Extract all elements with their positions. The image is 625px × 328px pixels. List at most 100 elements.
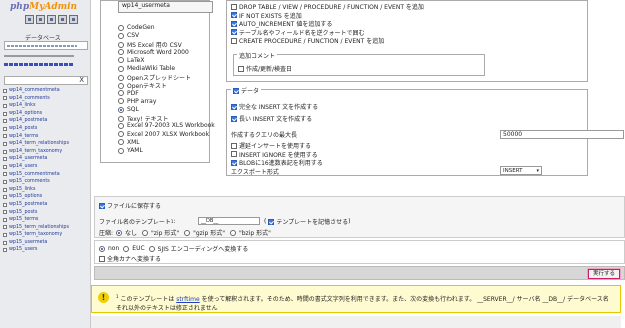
table-list-item[interactable]: wp15_term_taxonomy (3, 231, 89, 239)
data-option[interactable]: 長い INSERT 文を作成する (231, 114, 312, 123)
execute-button[interactable]: 実行する (588, 269, 620, 279)
format-radio[interactable] (118, 32, 124, 39)
format-option[interactable]: XML (118, 139, 140, 146)
format-option[interactable]: SQL (118, 106, 139, 113)
format-radio[interactable] (118, 24, 124, 31)
sql-icon[interactable] (58, 15, 67, 24)
compression-radio[interactable] (184, 229, 191, 236)
data-option-checkbox[interactable] (231, 159, 237, 166)
format-option[interactable]: CodeGen (118, 24, 155, 31)
table-list-item[interactable]: wp15_links (3, 186, 89, 194)
encoding-radio[interactable] (148, 245, 155, 252)
format-radio[interactable] (118, 122, 124, 129)
export-type-select[interactable]: INSERT ▾ (500, 166, 542, 175)
strftime-link[interactable]: strftime (176, 296, 200, 303)
table-list-item[interactable]: wp15_commentmeta (3, 171, 89, 179)
table-list-item[interactable]: wp15_comments (3, 178, 89, 186)
table-list-item[interactable]: wp15_terms (3, 216, 89, 224)
table-list-item[interactable]: wp15_users (3, 246, 89, 254)
format-option[interactable]: PHP array (118, 98, 156, 105)
docs-icon[interactable] (47, 15, 56, 24)
table-list-item[interactable]: wp14_usermeta (3, 155, 89, 163)
database-link[interactable] (4, 63, 74, 66)
format-option[interactable]: CSV (118, 32, 139, 39)
table-icon (3, 179, 7, 184)
structure-checkbox[interactable] (231, 29, 237, 35)
format-radio[interactable] (118, 115, 124, 122)
table-filter-input[interactable]: X (4, 76, 88, 85)
format-option[interactable]: Microsoft Word 2000 (118, 49, 189, 56)
data-option-checkbox[interactable] (231, 103, 237, 110)
export-main: wp14_usermeta CodeGen CSV MS Excel 用の CSV M… (91, 0, 625, 328)
settings-icon[interactable] (69, 15, 78, 24)
compression-radio[interactable] (142, 229, 149, 236)
data-option-checkbox[interactable] (231, 115, 237, 122)
compression-radio[interactable] (229, 229, 236, 236)
table-list-item[interactable]: wp14_commentmeta (3, 87, 89, 95)
format-radio[interactable] (118, 74, 124, 81)
format-radio[interactable] (118, 139, 124, 146)
table-list-item[interactable]: wp14_postmeta (3, 117, 89, 125)
table-list-item[interactable]: wp14_posts (3, 125, 89, 133)
maxlen-input[interactable]: 50000 (500, 130, 624, 139)
template-label: ファイル名のテンプレート (99, 219, 171, 226)
format-option[interactable]: LaTeX (118, 57, 144, 64)
database-select[interactable] (4, 41, 88, 50)
data-legend[interactable]: データ (231, 86, 262, 95)
format-radio[interactable] (118, 131, 124, 138)
format-radio[interactable] (118, 98, 124, 105)
table-icon (3, 111, 7, 116)
format-option[interactable]: YAML (118, 147, 143, 154)
format-option[interactable]: PDF (118, 90, 139, 97)
format-radio[interactable] (118, 82, 124, 89)
structure-checkbox[interactable] (231, 20, 237, 27)
format-option[interactable]: Excel 97-2003 XLS Workbook (118, 122, 215, 129)
table-list-item[interactable]: wp15_term_relationships (3, 224, 89, 232)
home-icon[interactable] (25, 15, 34, 24)
table-list-item[interactable]: wp15_postmeta (3, 201, 89, 209)
table-list-item[interactable]: wp14_term_taxonomy (3, 148, 89, 156)
clear-filter-icon[interactable]: X (79, 76, 84, 84)
compression-radio[interactable] (116, 229, 123, 236)
phpmyadmin-logo[interactable]: phpMyAdmin (10, 2, 77, 12)
data-checkbox[interactable] (233, 87, 239, 94)
data-option[interactable]: BLOBに16進数表記を利用する (231, 158, 323, 167)
table-list-item[interactable]: wp15_posts (3, 209, 89, 217)
format-option[interactable]: MediaWiki Table (118, 65, 175, 72)
table-icon (3, 187, 7, 192)
table-icon (3, 195, 7, 200)
structure-checkbox[interactable] (231, 12, 237, 18)
data-option-checkbox[interactable] (231, 142, 237, 149)
format-radio[interactable] (118, 65, 124, 72)
format-radio[interactable] (118, 106, 124, 113)
remember-template-checkbox[interactable] (268, 218, 275, 225)
save-file-checkbox[interactable] (99, 202, 105, 209)
table-list-item[interactable]: wp14_terms (3, 133, 89, 141)
comment-checkbox[interactable] (238, 65, 244, 72)
table-list-item[interactable]: wp15_options (3, 193, 89, 201)
table-select-list[interactable]: wp14_usermeta (118, 1, 213, 13)
table-list-item[interactable]: wp14_users (3, 163, 89, 171)
table-list-item[interactable]: wp15_usermeta (3, 239, 89, 247)
structure-option[interactable]: CREATE PROCEDURE / FUNCTION / EVENT を追加 (231, 36, 384, 45)
format-option[interactable]: Excel 2007 XLSX Workbook (118, 131, 209, 138)
kana-checkbox[interactable] (99, 255, 105, 262)
structure-checkbox[interactable] (231, 37, 237, 44)
encoding-radio[interactable] (99, 245, 105, 252)
table-list-item[interactable]: wp14_options (3, 110, 89, 118)
data-option-checkbox[interactable] (231, 151, 237, 157)
encoding-radio[interactable] (123, 245, 130, 252)
table-list-item[interactable]: wp14_links (3, 102, 89, 110)
structure-checkbox[interactable] (231, 3, 237, 10)
format-radio[interactable] (118, 49, 124, 56)
table-list-item[interactable]: wp14_comments (3, 95, 89, 103)
template-input[interactable]: __DB__ (198, 217, 260, 225)
format-radio[interactable] (118, 41, 124, 48)
exit-icon[interactable] (36, 15, 45, 24)
format-radio[interactable] (118, 147, 124, 154)
format-radio[interactable] (118, 90, 124, 97)
nav-icon-bar (25, 15, 78, 24)
table-list-item[interactable]: wp14_term_relationships (3, 140, 89, 148)
data-option[interactable]: 完全な INSERT 文を作成する (231, 102, 318, 111)
format-radio[interactable] (118, 57, 124, 64)
